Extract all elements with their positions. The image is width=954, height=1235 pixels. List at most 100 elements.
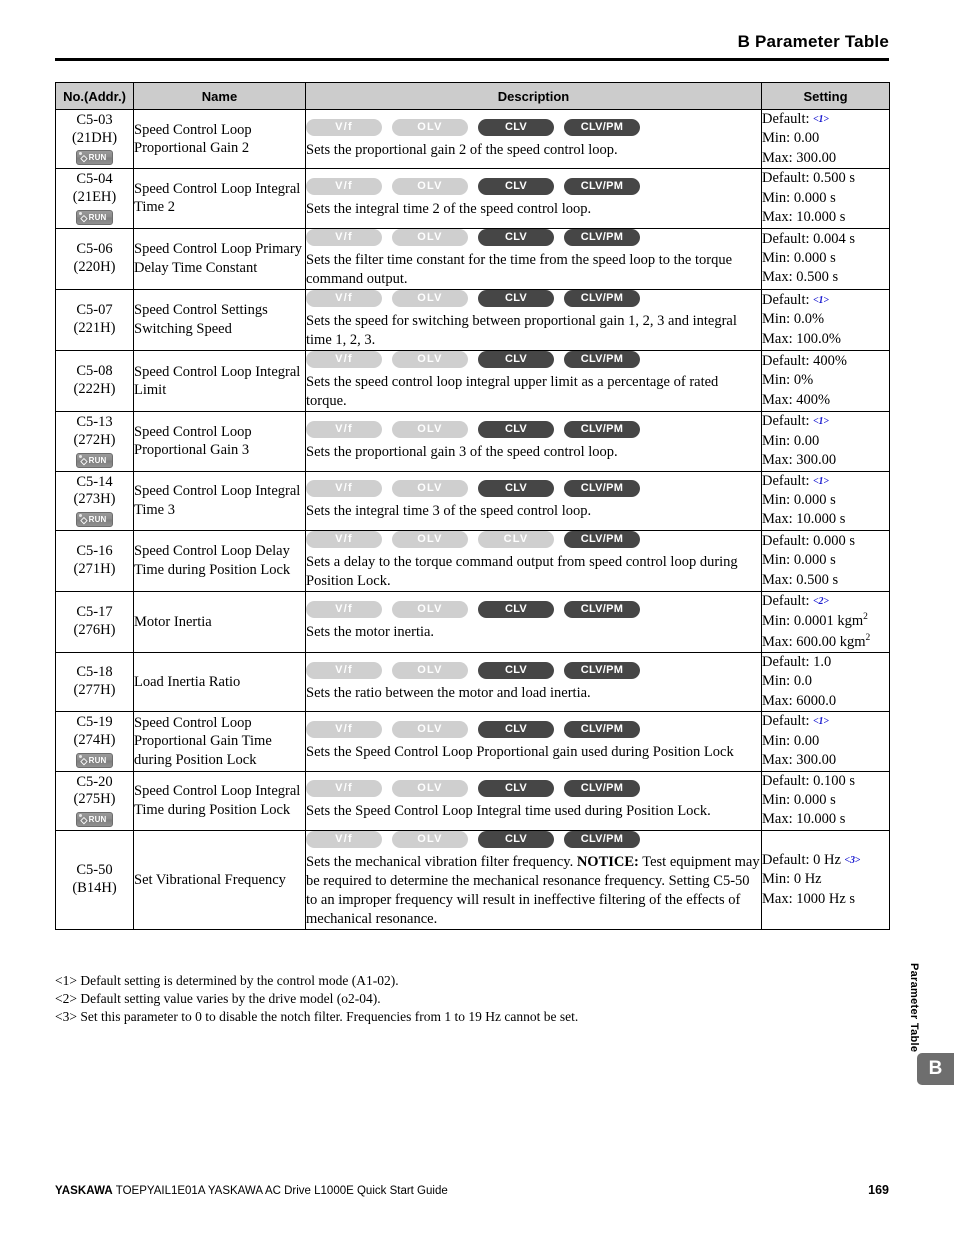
description-text: Sets a delay to the torque command outpu… — [306, 553, 738, 589]
cell-setting: Default: <1> Min: 0.0% Max: 100.0% — [761, 288, 890, 352]
footnote-item: <3> Set this parameter to 0 to disable t… — [55, 1008, 579, 1024]
mode-badge-clvpm: CLV/PM — [564, 530, 640, 548]
setting-line: Default: <2> — [762, 593, 829, 610]
description-text: Sets the proportional gain 3 of the spee… — [306, 443, 618, 460]
cell-parameter-number: C5-04 (21EH) ◇RUN — [55, 168, 134, 229]
mode-badge-clvpm: CLV/PM — [564, 228, 640, 246]
mode-badge-clv: CLV — [478, 351, 554, 369]
footnote-ref: <2> — [813, 596, 829, 608]
setting-line: Max: 0.500 s — [762, 269, 839, 286]
parameter-number: C5-20 — [76, 773, 113, 790]
column-header-name: Name — [133, 82, 306, 110]
cell-setting: Default: 0.000 s Min: 0.000 s Max: 0.500 s — [761, 529, 890, 593]
mode-badge-olv: OLV — [392, 830, 468, 848]
mode-badge-clv: CLV — [478, 601, 554, 619]
parameter-number: C5-14 — [76, 473, 113, 490]
parameter-table: No.(Addr.) Name Description Setting C5-0… — [55, 82, 890, 931]
cell-parameter-number: C5-03 (21DH) ◇RUN — [55, 108, 134, 170]
control-mode-badges: V/f OLV CLV CLV/PM — [306, 228, 761, 246]
page-header: B Parameter Table — [55, 32, 889, 61]
setting-line: Max: 300.00 — [762, 452, 837, 469]
page-footer: YASKAWA TOEPYAIL1E01A YASKAWA AC Drive L… — [55, 1183, 889, 1197]
setting-line: Default: 0 Hz <3> — [762, 851, 861, 868]
control-mode-badges: V/f OLV CLV CLV/PM — [306, 780, 761, 798]
footer-brand: YASKAWA — [55, 1185, 113, 1197]
control-mode-badges: V/f OLV CLV CLV/PM — [306, 420, 761, 438]
cell-description: V/f OLV CLV CLV/PM Sets the Speed Control Lo… — [305, 770, 762, 831]
mode-badge-clv: CLV — [478, 289, 554, 307]
footnote-ref: <1> — [813, 416, 829, 428]
description-text: Sets the Speed Control Loop Integral tim… — [306, 803, 711, 820]
run-badge-label: RUN — [88, 814, 107, 824]
cell-setting: Default: 0.500 s Min: 0.000 s Max: 10.000 … — [761, 168, 890, 229]
control-mode-badges: V/f OLV CLV CLV/PM — [306, 351, 761, 369]
setting-line: Max: 10.000 s — [762, 209, 846, 226]
side-tab-letter: B — [917, 1053, 954, 1085]
footer-page-number: 169 — [868, 1183, 889, 1197]
cell-description: V/f OLV CLV CLV/PM Sets the motor inertia. — [305, 591, 762, 653]
parameter-address: (221H) — [73, 319, 116, 336]
parameter-address: (B14H) — [72, 880, 117, 897]
control-mode-badges: V/f OLV CLV CLV/PM — [306, 289, 761, 307]
mode-badge-olv: OLV — [392, 720, 468, 738]
cell-parameter-name: Motor Inertia — [133, 591, 306, 653]
setting-line: Max: 10.000 s — [762, 811, 846, 828]
setting-line: Default: <1> — [762, 413, 829, 430]
parameter-address: (222H) — [73, 381, 116, 398]
cell-parameter-name: Speed Control Loop Primary Delay Time Co… — [133, 227, 306, 290]
setting-line: Max: 300.00 — [762, 752, 837, 769]
mode-badge-clv: CLV — [478, 661, 554, 679]
mode-badge-clv: CLV — [478, 830, 554, 848]
run-diamond-icon: ◇ — [80, 455, 88, 466]
mode-badge-clv: CLV — [478, 177, 554, 195]
description-text: Sets the speed control loop integral upp… — [306, 374, 719, 410]
cell-setting: Default: <2> Min: 0.0001 kgm2 Max: 600.00 … — [761, 591, 890, 653]
cell-description: V/f OLV CLV CLV/PM Sets the proportional gai… — [305, 108, 762, 170]
mode-badge-vf: V/f — [306, 351, 382, 369]
footer-text: YASKAWA TOEPYAIL1E01A YASKAWA AC Drive L… — [55, 1185, 448, 1197]
mode-badge-clvpm: CLV/PM — [564, 351, 640, 369]
mode-badge-clv: CLV — [478, 118, 554, 136]
page-title: B Parameter Table — [737, 32, 889, 51]
footnote-ref: <1> — [813, 294, 829, 306]
mode-badge-olv: OLV — [392, 661, 468, 679]
description-text: Sets the ratio between the motor and loa… — [306, 684, 591, 701]
table-row: C5-08 (222H) Speed Control Loop Integral L… — [55, 350, 890, 413]
parameter-address: (271H) — [73, 560, 116, 577]
footnote-item: <1> Default setting is determined by the… — [55, 973, 399, 988]
mode-badge-clvpm: CLV/PM — [564, 780, 640, 798]
table-row: C5-50 (B14H) Set Vibrational Frequency V/f O… — [55, 829, 890, 931]
setting-line: Default: <1> — [762, 111, 829, 127]
control-mode-badges: V/f OLV CLV CLV/PM — [306, 530, 761, 548]
column-header-setting: Setting — [761, 82, 890, 110]
cell-description: V/f OLV CLV CLV/PM Sets the filter time cons… — [305, 227, 762, 290]
description-text: Sets the speed for switching between pro… — [306, 312, 737, 348]
parameter-number: C5-16 — [76, 543, 113, 560]
setting-line: Max: 300.00 — [762, 149, 837, 166]
mode-badge-vf: V/f — [306, 289, 382, 307]
run-badge-icon: ◇RUN — [76, 811, 113, 827]
setting-line: Default: 0.100 s — [762, 772, 856, 789]
mode-badge-clvpm: CLV/PM — [564, 480, 640, 498]
cell-parameter-number: C5-06 (220H) — [55, 227, 134, 290]
parameter-number: C5-17 — [76, 604, 113, 621]
description-text: Sets the integral time 3 of the speed co… — [306, 503, 592, 520]
parameter-number: C5-19 — [76, 714, 113, 731]
setting-line: Max: 6000.0 — [762, 692, 837, 709]
cell-parameter-name: Speed Control Loop Integral Time 3 — [133, 470, 306, 531]
setting-line: Max: 600.00 kgm2 — [762, 632, 871, 650]
footnotes-block: <1> Default setting is determined by the… — [55, 972, 755, 1026]
cell-description: V/f OLV CLV CLV/PM Sets the Speed Control Lo… — [305, 711, 762, 772]
table-row: C5-07 (221H) Speed Control Settings Switch… — [55, 288, 890, 352]
description-text: Sets the integral time 2 of the speed co… — [306, 200, 592, 217]
parameter-address: (277H) — [73, 682, 116, 699]
cell-parameter-number: C5-18 (277H) — [55, 651, 134, 713]
mode-badge-vf: V/f — [306, 530, 382, 548]
parameter-number: C5-18 — [76, 664, 113, 681]
control-mode-badges: V/f OLV CLV CLV/PM — [306, 601, 761, 619]
setting-line: Default: 0.000 s — [762, 532, 856, 549]
cell-description: V/f OLV CLV CLV/PM Sets the integral time 2 … — [305, 168, 762, 229]
cell-parameter-name: Speed Control Settings Switching Speed — [133, 288, 306, 352]
footnote-ref: <1> — [813, 475, 829, 487]
run-diamond-icon: ◇ — [80, 515, 88, 526]
